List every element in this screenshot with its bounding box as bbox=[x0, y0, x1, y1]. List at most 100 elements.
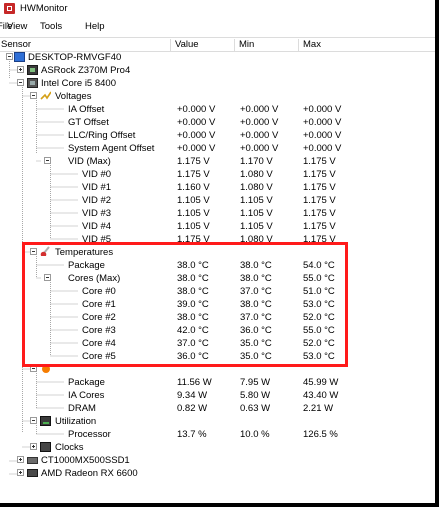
collapse-toggle[interactable] bbox=[30, 92, 37, 99]
hwmonitor-window: HWMonitor File View Tools Help Sensor Va… bbox=[0, 0, 435, 503]
drive-icon bbox=[27, 457, 38, 464]
sensor-max: 43.40 W bbox=[303, 390, 339, 401]
sensor-min: 5.80 W bbox=[240, 390, 271, 401]
sensor-value: 9.34 W bbox=[177, 390, 208, 401]
sensor-name: VID #4 bbox=[82, 221, 112, 232]
header-min[interactable]: Min bbox=[235, 39, 299, 51]
sensor-name: VID (Max) bbox=[68, 156, 111, 167]
sensor-value: +0.000 V bbox=[177, 143, 216, 154]
sensor-max: +0.000 V bbox=[303, 130, 342, 141]
menu-view[interactable]: View bbox=[7, 21, 27, 32]
menu-tools[interactable]: Tools bbox=[40, 21, 62, 32]
sensor-value: 1.175 V bbox=[177, 156, 210, 167]
sensor-min: 1.105 V bbox=[240, 208, 273, 219]
sensor-value: 1.105 V bbox=[177, 208, 210, 219]
column-header: Sensor Value Min Max bbox=[0, 37, 435, 52]
sensor-row-vid-4[interactable]: VID #4 1.105 V 1.105 V 1.175 V bbox=[0, 220, 435, 233]
sensor-row-package-power[interactable]: Package 11.56 W 7.95 W 45.99 W bbox=[0, 376, 435, 389]
sensor-max: 1.175 V bbox=[303, 182, 336, 193]
tree-row-clocks[interactable]: Clocks bbox=[0, 441, 435, 454]
expand-toggle[interactable] bbox=[17, 469, 24, 476]
sensor-name: GT Offset bbox=[68, 117, 109, 128]
voltages-label: Voltages bbox=[55, 91, 92, 102]
sensor-value: 13.7 % bbox=[177, 429, 207, 440]
sensor-min: 1.080 V bbox=[240, 182, 273, 193]
sensor-max: +0.000 V bbox=[303, 143, 342, 154]
sensor-min: 1.105 V bbox=[240, 195, 273, 206]
sensor-min: +0.000 V bbox=[240, 143, 279, 154]
sensor-value: 0.82 W bbox=[177, 403, 208, 414]
sensor-row-vid-1[interactable]: VID #1 1.160 V 1.080 V 1.175 V bbox=[0, 181, 435, 194]
sensor-value: 1.105 V bbox=[177, 221, 210, 232]
tree-row-drive[interactable]: CT1000MX500SSD1 bbox=[0, 454, 435, 467]
tree-row-utilization[interactable]: Utilization bbox=[0, 415, 435, 428]
collapse-toggle[interactable] bbox=[17, 79, 24, 86]
title-bar: HWMonitor bbox=[0, 0, 435, 17]
hwmonitor-app-icon bbox=[4, 3, 15, 14]
computer-icon bbox=[14, 52, 25, 62]
sensor-min: 10.0 % bbox=[240, 429, 270, 440]
window-title: HWMonitor bbox=[20, 3, 68, 14]
sensor-name: IA Offset bbox=[68, 104, 105, 115]
tree-row-gpu[interactable]: AMD Radeon RX 6600 bbox=[0, 467, 435, 480]
menu-bar: File View Tools Help bbox=[0, 18, 435, 36]
sensor-name: VID #1 bbox=[82, 182, 112, 193]
cpu-icon bbox=[27, 78, 38, 88]
tree-row-voltages[interactable]: Voltages bbox=[0, 90, 435, 103]
sensor-row-vid-3[interactable]: VID #3 1.105 V 1.105 V 1.175 V bbox=[0, 207, 435, 220]
header-sensor[interactable]: Sensor bbox=[0, 39, 171, 51]
sensor-row-vid-max[interactable]: VID (Max) 1.175 V 1.170 V 1.175 V bbox=[0, 155, 435, 168]
sensor-row-vid-0[interactable]: VID #0 1.175 V 1.080 V 1.175 V bbox=[0, 168, 435, 181]
collapse-toggle[interactable] bbox=[6, 53, 13, 60]
sensor-row-processor-util[interactable]: Processor 13.7 % 10.0 % 126.5 % bbox=[0, 428, 435, 441]
sensor-name: IA Cores bbox=[68, 390, 105, 401]
sensor-row-system-agent-offset[interactable]: System Agent Offset +0.000 V +0.000 V +0… bbox=[0, 142, 435, 155]
sensor-name: Processor bbox=[68, 429, 111, 440]
sensor-row-ia-cores-power[interactable]: IA Cores 9.34 W 5.80 W 43.40 W bbox=[0, 389, 435, 402]
menu-help[interactable]: Help bbox=[85, 21, 105, 32]
sensor-max: +0.000 V bbox=[303, 117, 342, 128]
sensor-value: 1.175 V bbox=[177, 169, 210, 180]
sensor-min: 1.105 V bbox=[240, 221, 273, 232]
sensor-max: 1.175 V bbox=[303, 195, 336, 206]
gpu-name: AMD Radeon RX 6600 bbox=[41, 468, 138, 479]
motherboard-name: ASRock Z370M Pro4 bbox=[41, 65, 131, 76]
sensor-min: +0.000 V bbox=[240, 104, 279, 115]
header-max[interactable]: Max bbox=[299, 39, 435, 51]
sensor-max: 1.175 V bbox=[303, 208, 336, 219]
sensor-row-ia-offset[interactable]: IA Offset +0.000 V +0.000 V +0.000 V bbox=[0, 103, 435, 116]
sensor-row-vid-2[interactable]: VID #2 1.105 V 1.105 V 1.175 V bbox=[0, 194, 435, 207]
tree-row-cpu[interactable]: Intel Core i5 8400 bbox=[0, 77, 435, 90]
expand-toggle[interactable] bbox=[30, 443, 37, 450]
sensor-value: +0.000 V bbox=[177, 104, 216, 115]
sensor-min: 7.95 W bbox=[240, 377, 271, 388]
cpu-name: Intel Core i5 8400 bbox=[41, 78, 116, 89]
expand-toggle[interactable] bbox=[17, 66, 24, 73]
utilization-label: Utilization bbox=[55, 416, 97, 427]
sensor-min: 1.170 V bbox=[240, 156, 273, 167]
collapse-toggle[interactable] bbox=[30, 417, 37, 424]
sensor-row-dram-power[interactable]: DRAM 0.82 W 0.63 W 2.21 W bbox=[0, 402, 435, 415]
sensor-max: 126.5 % bbox=[303, 429, 338, 440]
sensor-max: 2.21 W bbox=[303, 403, 334, 414]
clocks-label: Clocks bbox=[55, 442, 84, 453]
sensor-row-gt-offset[interactable]: GT Offset +0.000 V +0.000 V +0.000 V bbox=[0, 116, 435, 129]
clock-icon bbox=[40, 442, 51, 452]
sensor-min: +0.000 V bbox=[240, 117, 279, 128]
expand-toggle[interactable] bbox=[17, 456, 24, 463]
sensor-min: 1.080 V bbox=[240, 169, 273, 180]
sensor-value: 1.160 V bbox=[177, 182, 210, 193]
sensor-row-llc-ring-offset[interactable]: LLC/Ring Offset +0.000 V +0.000 V +0.000… bbox=[0, 129, 435, 142]
drive-name: CT1000MX500SSD1 bbox=[41, 455, 130, 466]
collapse-toggle[interactable] bbox=[44, 157, 51, 164]
gpu-icon bbox=[27, 469, 38, 477]
header-value[interactable]: Value bbox=[171, 39, 235, 51]
sensor-value: +0.000 V bbox=[177, 117, 216, 128]
sensor-value: 11.56 W bbox=[177, 377, 212, 388]
sensor-name: LLC/Ring Offset bbox=[68, 130, 136, 141]
tree-row-motherboard[interactable]: ASRock Z370M Pro4 bbox=[0, 64, 435, 77]
sensor-max: +0.000 V bbox=[303, 104, 342, 115]
sensor-value: 1.105 V bbox=[177, 195, 210, 206]
tree-row-computer[interactable]: DESKTOP-RMVGF40 bbox=[0, 51, 435, 64]
sensor-name: DRAM bbox=[68, 403, 96, 414]
